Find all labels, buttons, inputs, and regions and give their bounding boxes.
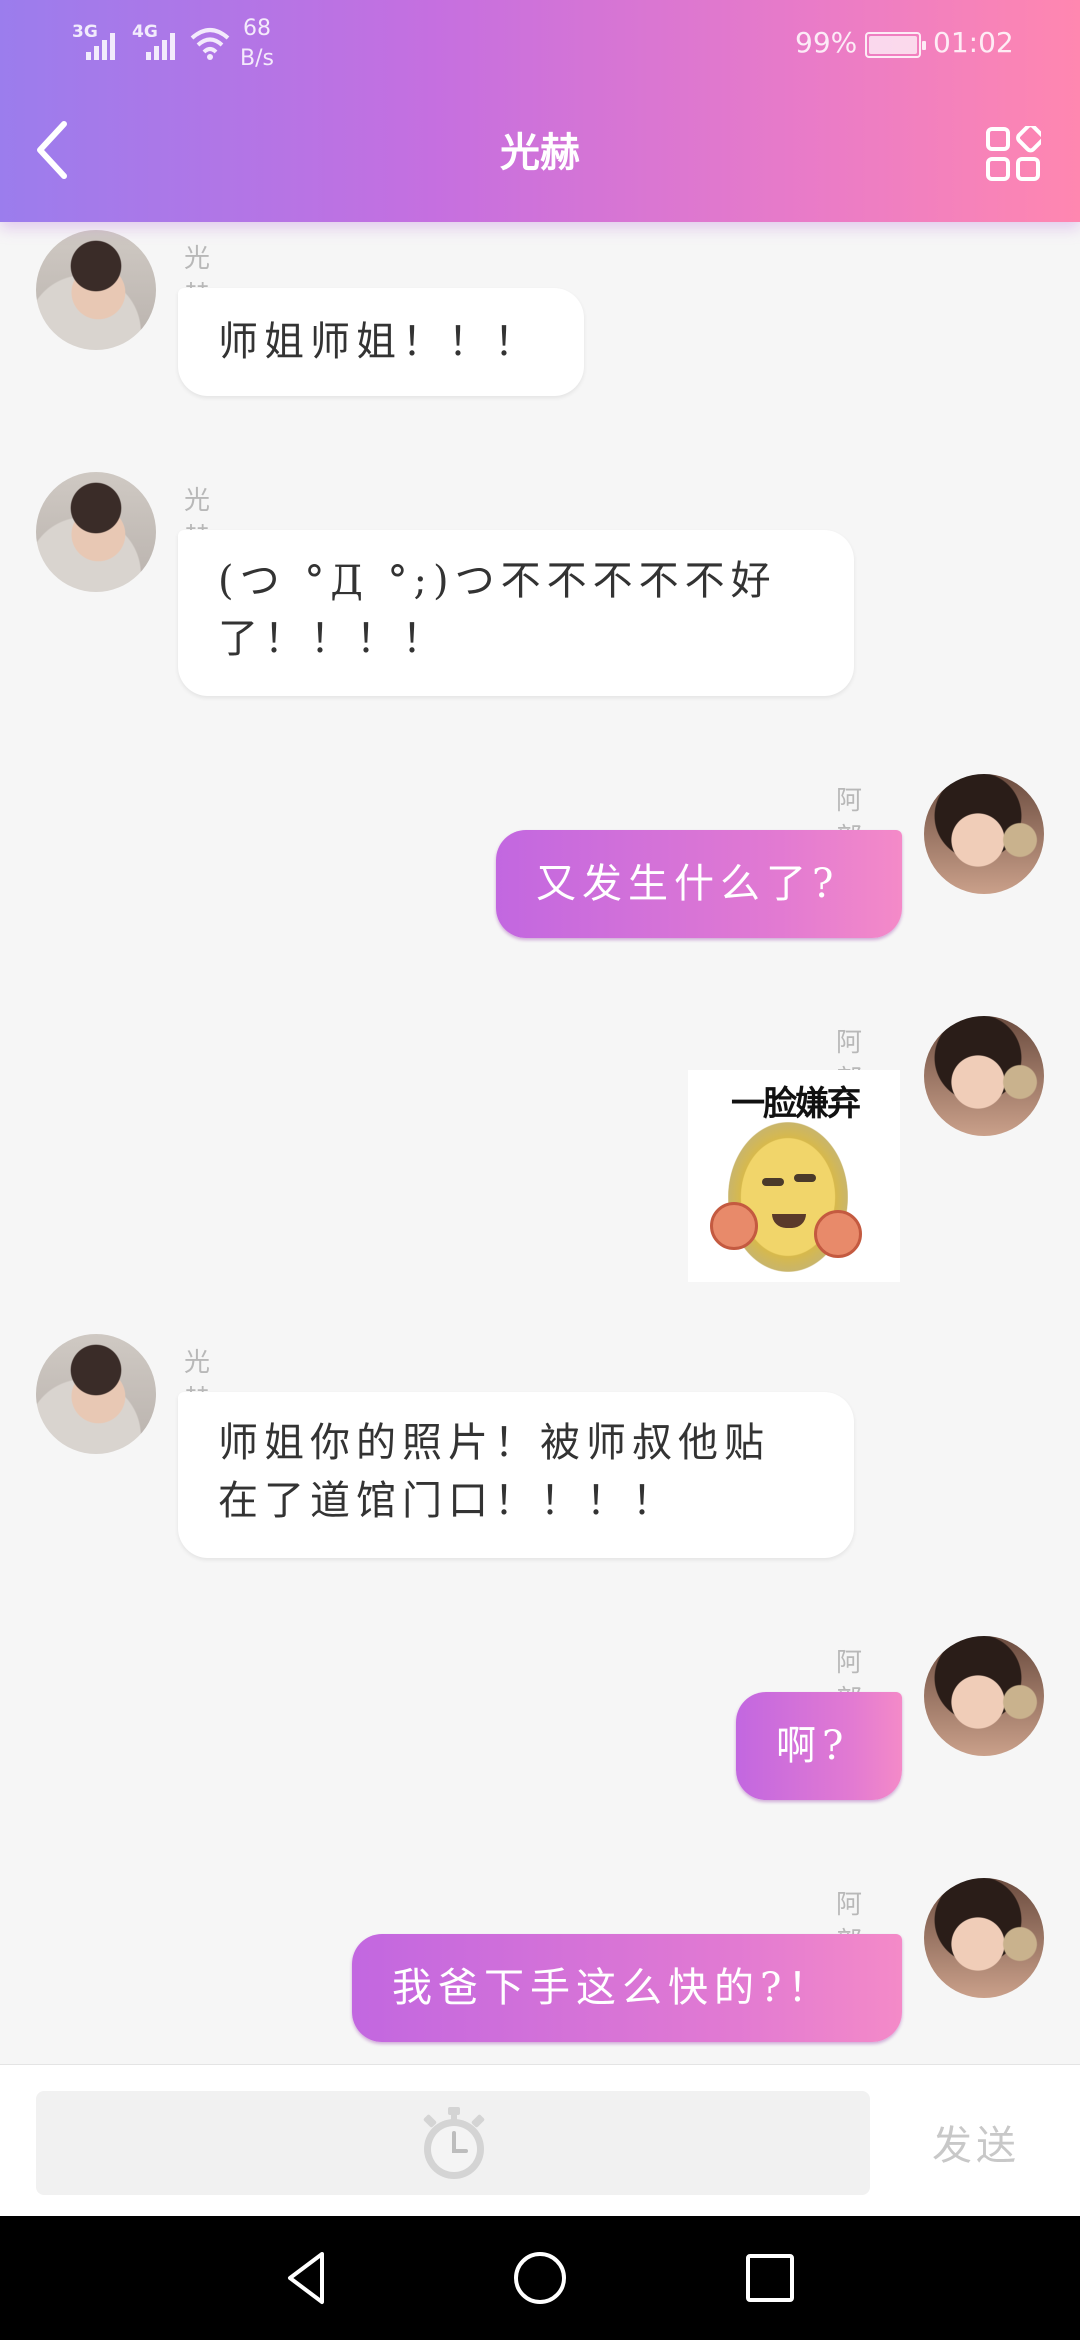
send-button[interactable]: 发送	[932, 2113, 1020, 2171]
nav-recents-icon[interactable]	[738, 2246, 802, 2310]
network-speed-unit: B/s	[240, 46, 274, 71]
sticker-caption: 一脸嫌弃	[731, 1084, 861, 1124]
battery-percent: 99%	[795, 26, 858, 59]
avatar[interactable]	[924, 1636, 1044, 1756]
message-bubble[interactable]: 师姐你的照片！被师叔他贴 在了道馆门口！！！！	[178, 1392, 854, 1558]
nav-home-icon[interactable]	[508, 2246, 572, 2310]
message-bubble[interactable]: 师姐师姐！！！	[178, 288, 584, 396]
wifi-icon	[190, 28, 230, 60]
system-nav-bar	[0, 2216, 1080, 2340]
stopwatch-icon[interactable]	[414, 2101, 494, 2185]
top-bar: 3G 4G 68 B/s 99% 01:02 光赫	[0, 0, 1080, 222]
nav-back-icon[interactable]	[276, 2246, 340, 2310]
cheek-icon	[814, 1210, 862, 1258]
message-line: 师姐你的照片！被师叔他贴	[218, 1420, 770, 1466]
status-bar: 3G 4G 68 B/s 99% 01:02	[0, 0, 1080, 90]
message-line: 了！！！！	[218, 616, 448, 662]
battery-icon	[865, 32, 926, 58]
clock: 01:02	[933, 26, 1014, 59]
avatar[interactable]	[924, 1016, 1044, 1136]
avatar[interactable]	[36, 230, 156, 350]
message-input[interactable]	[36, 2091, 870, 2195]
avatar[interactable]	[924, 1878, 1044, 1998]
avatar[interactable]	[36, 1334, 156, 1454]
cheek-icon	[710, 1202, 758, 1250]
message-bubble[interactable]: (つ °Д °;)つ不不不不不好 了！！！！	[178, 530, 854, 696]
cell-signal-icon	[86, 30, 122, 60]
message-bubble[interactable]: 啊?	[736, 1692, 902, 1800]
network-speed-value: 68	[242, 16, 271, 41]
message-line: 在了道馆门口！！！！	[218, 1478, 678, 1524]
network-speed: 68 B/s	[240, 14, 274, 74]
cell-signal-icon	[146, 30, 182, 60]
avatar[interactable]	[36, 472, 156, 592]
input-bar: 发送	[0, 2064, 1080, 2216]
sticker-image[interactable]: 一脸嫌弃	[688, 1070, 900, 1282]
message-bubble[interactable]: 又发生什么了?	[496, 830, 902, 938]
message-line: (つ °Д °;)つ不不不不不好	[218, 558, 777, 604]
avatar[interactable]	[924, 774, 1044, 894]
chat-title: 光赫	[500, 130, 580, 176]
message-bubble[interactable]: 我爸下手这么快的?！	[352, 1934, 902, 2042]
more-apps-icon[interactable]	[985, 126, 1041, 182]
